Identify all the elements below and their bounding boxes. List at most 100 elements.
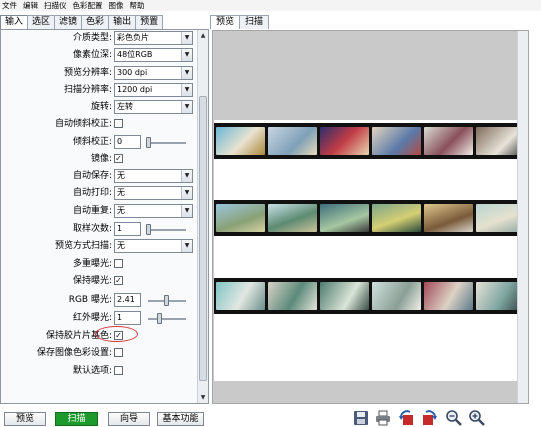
menu-scanner[interactable]: 扫描仪 [44,0,67,11]
tab-preview[interactable]: 预览 [210,15,241,29]
samples-slider-handle[interactable] [146,224,151,235]
row-auto-repeat: 自动重复: 无 ▼ [1,203,197,220]
tab-selection[interactable]: 选区 [27,15,56,29]
scan-resolution-value: 1200 dpi [117,85,153,94]
zoom-out-icon[interactable] [445,409,463,427]
film-frame [216,127,265,155]
scroll-down-icon[interactable]: ▼ [198,392,208,403]
settings-scrollbar[interactable]: ▲ ▼ [197,30,208,403]
preview-button[interactable]: 预览 [4,412,46,426]
rgb-exposure-label: RGB 曝光: [68,295,112,305]
zoom-in-icon[interactable] [468,409,486,427]
menu-file[interactable]: 文件 [2,0,17,11]
print-icon[interactable] [374,409,392,427]
row-rotate: 旋转: 左转 ▼ [1,99,197,116]
media-type-select[interactable]: 彩色负片 ▼ [114,31,193,45]
rotate-select[interactable]: 左转 ▼ [114,100,193,114]
save-color-settings-label: 保存图像色彩设置: [36,348,112,358]
film-frame [372,127,421,155]
red-exposure-input[interactable]: 1 [114,311,141,325]
film-frame [320,282,369,310]
preview-resolution-select[interactable]: 300 dpi ▼ [114,66,193,80]
basic-functions-button[interactable]: 基本功能 [157,412,204,426]
menu-edit[interactable]: 编辑 [23,0,38,11]
tab-color[interactable]: 色彩 [81,15,110,29]
scan-resolution-select[interactable]: 1200 dpi ▼ [114,83,193,97]
default-options-checkbox[interactable] [114,366,123,375]
row-default-options: 默认选项: [1,363,197,380]
menu-image[interactable]: 图像 [109,0,124,11]
tab-presets[interactable]: 预置 [135,15,164,29]
save-color-settings-checkbox[interactable] [114,348,123,357]
chevron-down-icon: ▼ [181,101,192,113]
tab-filter[interactable]: 滤镜 [54,15,83,29]
skew-slider-handle[interactable] [146,137,151,148]
film-frame [268,204,317,232]
tab-output[interactable]: 输出 [108,15,137,29]
preview-scrollbar[interactable] [517,31,528,403]
film-frame [372,204,421,232]
preview-resolution-value: 300 dpi [117,68,148,77]
menu-help[interactable]: 帮助 [130,0,145,11]
film-frame [320,127,369,155]
tab-input[interactable]: 输入 [0,15,29,29]
save-icon[interactable] [352,409,370,427]
row-media-type: 介质类型: 彩色负片 ▼ [1,30,197,47]
chevron-down-icon: ▼ [181,187,192,199]
tab-scan[interactable]: 扫描 [239,15,270,29]
red-exposure-label: 红外曝光: [72,313,112,323]
film-frame [372,282,421,310]
auto-save-label: 自动保存: [72,171,112,181]
row-rgb-exposure: RGB 曝光: 2.41 [1,292,197,309]
scan-resolution-label: 扫描分辨率: [63,85,112,95]
samples-slider-track [148,229,186,231]
auto-save-select[interactable]: 无 ▼ [114,169,193,183]
preview-mode-select[interactable]: 无 ▼ [114,239,193,253]
menu-color-config[interactable]: 色彩配置 [73,0,103,11]
multi-exposure-checkbox[interactable] [114,259,123,268]
media-type-value: 彩色负片 [117,33,149,42]
row-auto-save: 自动保存: 无 ▼ [1,168,197,185]
rotate-left-icon[interactable] [398,409,416,427]
scan-button[interactable]: 扫描 [55,412,98,426]
red-exposure-slider-handle[interactable] [157,313,162,324]
preview-area[interactable] [212,30,529,404]
scroll-up-icon[interactable]: ▲ [198,30,208,41]
keep-exposure-checkbox[interactable]: ✓ [114,276,123,285]
rgb-exposure-input[interactable]: 2.41 [114,293,141,307]
auto-skew-label: 自动倾斜校正: [54,119,112,129]
film-strip-1 [214,123,527,159]
rotate-label: 旋转: [90,102,112,112]
auto-print-label: 自动打印: [72,188,112,198]
chevron-down-icon: ▼ [181,32,192,44]
row-preview-mode: 预览方式扫描: 无 ▼ [1,238,197,255]
row-multi-exposure: 多重曝光: [1,256,197,273]
samples-input[interactable]: 1 [114,222,141,236]
film-frame [424,204,473,232]
film-frame [424,282,473,310]
rgb-exposure-slider-handle[interactable] [164,295,169,306]
left-tab-bar: 输入 选区 滤镜 色彩 输出 预置 [0,15,164,29]
auto-skew-checkbox[interactable] [114,119,123,128]
film-preview-image[interactable] [214,120,527,381]
multi-exposure-label: 多重曝光: [72,259,112,269]
row-preview-resolution: 预览分辨率: 300 dpi ▼ [1,65,197,82]
film-frame [216,204,265,232]
row-auto-skew: 自动倾斜校正: [1,116,197,133]
bit-depth-select[interactable]: 48位RGB ▼ [114,48,193,62]
skew-input[interactable]: 0 [114,135,141,149]
default-options-label: 默认选项: [72,366,112,376]
film-frame [216,282,265,310]
chevron-down-icon: ▼ [181,205,192,217]
row-skew: 倾斜校正: 0 [1,134,197,151]
mirror-label: 镜像: [90,154,112,164]
chevron-down-icon: ▼ [181,67,192,79]
auto-print-select[interactable]: 无 ▼ [114,186,193,200]
auto-repeat-select[interactable]: 无 ▼ [114,204,193,218]
row-mirror: 镜像: ✓ [1,151,197,168]
scrollbar-thumb[interactable] [199,96,207,381]
mirror-checkbox[interactable]: ✓ [114,154,123,163]
film-strip-2 [214,200,527,236]
guide-button[interactable]: 向导 [108,412,150,426]
rotate-right-icon[interactable] [420,409,438,427]
